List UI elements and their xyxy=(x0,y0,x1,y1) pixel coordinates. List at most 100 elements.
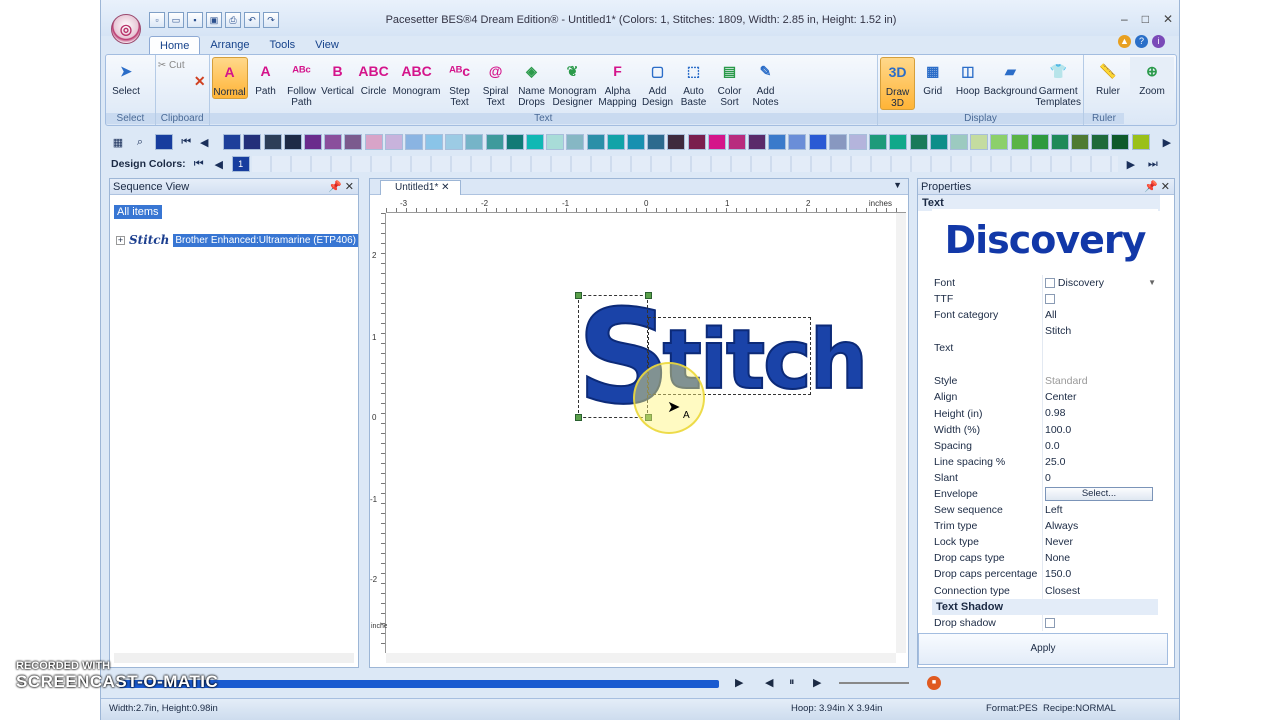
prop-font[interactable]: Font Discovery ▼ xyxy=(932,275,1158,292)
thread-color-swatch[interactable] xyxy=(707,134,726,150)
palette-search-icon[interactable]: ⌕ xyxy=(133,136,147,149)
thread-color-swatch[interactable] xyxy=(647,134,666,150)
drop-shadow-checkbox[interactable] xyxy=(1045,617,1055,628)
prop-connection-type[interactable]: Connection type Closest xyxy=(932,582,1158,599)
prop-drop-caps-type[interactable]: Drop caps type None xyxy=(932,550,1158,567)
thread-color-swatch[interactable] xyxy=(566,134,585,150)
prop-drop-caps-percentage[interactable]: Drop caps percentage 150.0 xyxy=(932,566,1158,583)
about-icon[interactable]: i xyxy=(1152,35,1165,48)
ruler-button[interactable]: 📏 Ruler xyxy=(1086,57,1130,98)
prop-sew-sequence[interactable]: Sew sequence Left xyxy=(932,502,1158,519)
thread-color-swatch[interactable] xyxy=(344,134,363,150)
thread-color-swatch[interactable] xyxy=(727,134,746,150)
tab-close-icon[interactable]: ✕ xyxy=(441,182,449,193)
prop-ttf[interactable]: TTF xyxy=(932,291,1158,308)
play-icon[interactable]: ▶ xyxy=(735,676,743,689)
palette-first-icon[interactable]: ⏮ xyxy=(179,136,193,149)
normal-text-button[interactable]: A Normal xyxy=(211,57,248,99)
add-notes-button[interactable]: ✎ Add Notes xyxy=(748,57,784,109)
application-menu-button[interactable]: ◎ xyxy=(111,14,141,44)
zoom-button[interactable]: ⊕ Zoom xyxy=(1130,57,1174,97)
lock-icon[interactable]: ▲ xyxy=(1118,35,1131,48)
thread-color-swatch[interactable] xyxy=(909,134,928,150)
thread-color-swatch[interactable] xyxy=(990,134,1009,150)
thread-color-swatch[interactable] xyxy=(1071,134,1090,150)
ttf-checkbox[interactable] xyxy=(1045,294,1055,305)
thread-color-swatch[interactable] xyxy=(586,134,605,150)
canvas-horizontal-scrollbar[interactable] xyxy=(386,653,896,663)
thread-color-swatch[interactable] xyxy=(384,134,403,150)
prop-lock-type[interactable]: Lock type Never xyxy=(932,534,1158,551)
speed-slider[interactable] xyxy=(839,682,909,684)
sequence-item[interactable]: + Stitch Brother Enhanced:Ultramarine (E… xyxy=(116,233,358,247)
thread-color-swatch[interactable] xyxy=(869,134,888,150)
help-icon[interactable]: ? xyxy=(1135,35,1148,48)
add-design-button[interactable]: ▢ Add Design xyxy=(640,57,676,109)
prop-slant[interactable]: Slant 0 xyxy=(932,469,1158,486)
garment-templates-button[interactable]: 👕 Garment Templates xyxy=(1035,57,1081,109)
tab-arrange[interactable]: Arrange xyxy=(200,36,259,54)
prop-height[interactable]: Height (in) 0.98 xyxy=(932,405,1158,422)
path-text-button[interactable]: A Path xyxy=(248,57,284,97)
cut-button[interactable]: ✂ Cut xyxy=(158,57,185,71)
tab-dropdown-icon[interactable]: ▼ xyxy=(893,180,902,190)
thread-color-swatch[interactable] xyxy=(970,134,989,150)
prop-font-category[interactable]: Font category All xyxy=(932,307,1158,324)
prop-align[interactable]: Align Center xyxy=(932,389,1158,406)
thread-color-swatch[interactable] xyxy=(505,134,524,150)
auto-baste-button[interactable]: ⬚ Auto Baste xyxy=(676,57,712,109)
envelope-select-button[interactable]: Select... xyxy=(1045,486,1153,501)
thread-color-swatch[interactable] xyxy=(324,134,343,150)
background-button[interactable]: ▰ Background xyxy=(984,57,1037,98)
grid-button[interactable]: ▦ Grid xyxy=(915,57,950,98)
circle-text-button[interactable]: ABC Circle xyxy=(356,57,392,97)
design-first-icon[interactable]: ⏮ xyxy=(192,158,206,171)
step-forward-icon[interactable]: ▶ xyxy=(813,676,821,689)
prop-text[interactable]: Text Stitch xyxy=(932,323,1158,374)
text-shadow-section[interactable]: Text Shadow xyxy=(932,598,1158,615)
thread-color-swatch[interactable] xyxy=(687,134,706,150)
pause-icon[interactable]: ⏸ xyxy=(789,676,795,689)
thread-color-swatch[interactable] xyxy=(485,134,504,150)
color-sort-button[interactable]: ▤ Color Sort xyxy=(712,57,748,109)
select-button[interactable]: ➤ Select xyxy=(108,57,144,98)
thread-color-swatch[interactable] xyxy=(364,134,383,150)
tab-untitled1[interactable]: Untitled1* ✕ xyxy=(380,180,461,195)
step-back-icon[interactable]: ◀ xyxy=(765,676,773,689)
prop-spacing[interactable]: Spacing 0.0 xyxy=(932,437,1158,454)
minimize-icon[interactable]: – xyxy=(1121,12,1128,26)
draw-3d-button[interactable]: 3D Draw 3D xyxy=(880,57,916,110)
thread-color-swatch[interactable] xyxy=(243,134,262,150)
thread-color-swatch[interactable] xyxy=(526,134,544,150)
thread-color-swatch[interactable] xyxy=(889,134,908,150)
thread-color-swatch[interactable] xyxy=(1091,134,1110,150)
prop-envelope[interactable]: Envelope Select... xyxy=(932,485,1158,503)
close-icon[interactable]: ✕ xyxy=(1163,12,1173,26)
palette-grid-icon[interactable]: ▦ xyxy=(111,136,125,149)
thread-color-swatch[interactable] xyxy=(404,134,423,150)
selection-handle[interactable] xyxy=(575,292,582,299)
prop-drop-shadow[interactable]: Drop shadow xyxy=(932,614,1158,631)
thread-color-swatch[interactable] xyxy=(465,134,484,150)
thread-color-swatch[interactable] xyxy=(929,134,948,150)
tab-view[interactable]: View xyxy=(305,36,349,54)
prop-style[interactable]: Style Standard xyxy=(932,373,1158,390)
thread-color-swatch[interactable] xyxy=(667,134,686,150)
delete-icon[interactable]: ✕ xyxy=(194,73,206,90)
vertical-text-button[interactable]: B Vertical xyxy=(320,57,356,97)
design-next-icon[interactable]: ▶ xyxy=(1124,158,1138,171)
thread-color-swatch[interactable] xyxy=(849,134,867,150)
current-color-swatch[interactable] xyxy=(155,134,173,150)
stop-icon[interactable]: ■ xyxy=(927,676,941,690)
thread-color-swatch[interactable] xyxy=(1030,134,1049,150)
hoop-button[interactable]: ◫ Hoop xyxy=(950,57,985,98)
thread-color-swatch[interactable] xyxy=(1131,134,1150,150)
all-items-node[interactable]: All items xyxy=(114,205,162,219)
thread-color-swatch[interactable] xyxy=(788,134,807,150)
palette-next-icon[interactable]: ▶ xyxy=(1160,136,1174,149)
spiral-text-button[interactable]: @ Spiral Text xyxy=(478,57,514,108)
thread-color-swatch[interactable] xyxy=(606,134,625,150)
name-drops-button[interactable]: ◈ Name Drops xyxy=(514,57,550,109)
design-last-icon[interactable]: ⏭ xyxy=(1146,158,1160,171)
maximize-icon[interactable]: □ xyxy=(1142,12,1149,26)
